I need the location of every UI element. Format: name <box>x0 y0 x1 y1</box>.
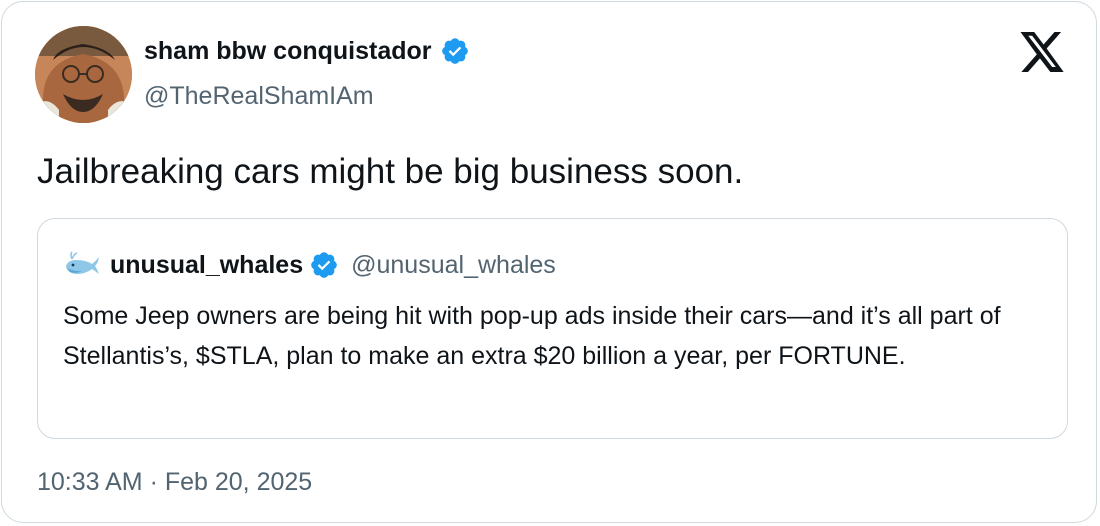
quoted-tweet-text: Some Jeep owners are being hit with pop-… <box>63 302 1001 370</box>
quoted-tweet[interactable]: unusual_whales @unusual_whales Some Jeep… <box>37 218 1068 439</box>
quoted-author-handle[interactable]: @unusual_whales <box>351 249 556 281</box>
verified-badge-icon <box>311 252 337 278</box>
author-name-row[interactable]: sham bbw conquistador <box>144 35 470 67</box>
author-avatar[interactable] <box>35 26 132 123</box>
quoted-author-name[interactable]: unusual_whales <box>110 249 303 281</box>
author-name[interactable]: sham bbw conquistador <box>144 35 432 67</box>
author-handle[interactable]: @TheRealShamIAm <box>144 80 374 112</box>
quoted-tweet-header: unusual_whales @unusual_whales <box>62 249 556 281</box>
tweet-timestamp[interactable]: 10:33 AM · Feb 20, 2025 <box>37 465 312 499</box>
x-logo-icon[interactable] <box>1018 32 1066 76</box>
tweet-card: sham bbw conquistador @TheRealShamIAm Ja… <box>1 1 1097 523</box>
tweet-text: Jailbreaking cars might be big business … <box>37 152 744 191</box>
whale-icon <box>66 251 99 274</box>
verified-badge-icon <box>441 38 468 64</box>
